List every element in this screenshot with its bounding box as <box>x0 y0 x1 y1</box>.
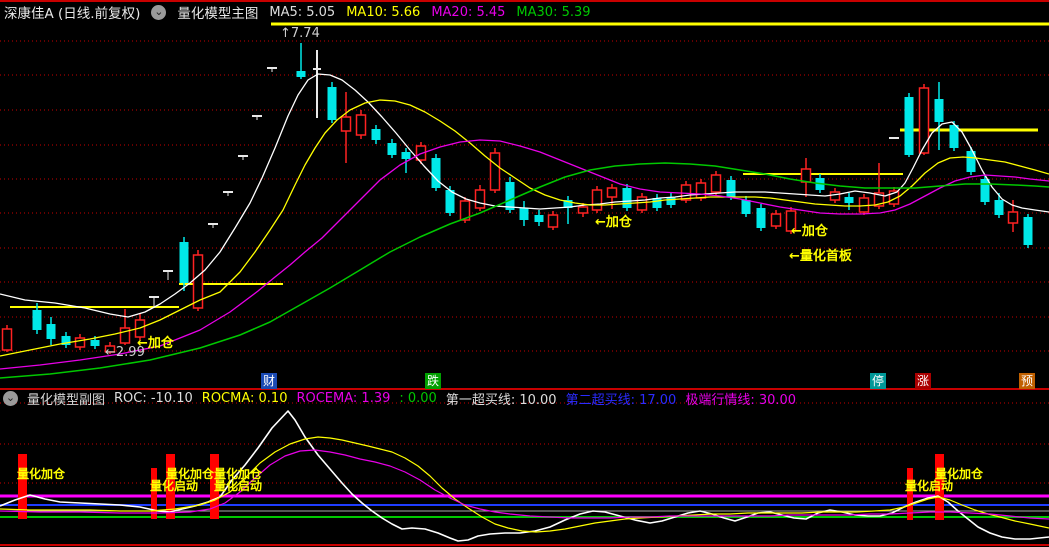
ma5-value: MA5: 5.05 <box>269 4 336 20</box>
signal-bar <box>907 468 913 520</box>
chevron-down-icon[interactable]: ⌄ <box>3 390 18 406</box>
event-tag[interactable]: 停 <box>870 373 886 389</box>
sub-panel-label: 量化模型副图 <box>27 392 106 408</box>
rocma-value: ROCMA: 0.10 <box>201 390 288 406</box>
top-border-line <box>0 0 1049 2</box>
chart-annotation: ←加仓 <box>595 215 632 230</box>
event-tag[interactable]: 涨 <box>915 373 931 389</box>
chart-annotation: ←加仓 <box>137 336 174 351</box>
event-tag[interactable]: 跌 <box>425 373 441 389</box>
signal-label: 量化启动 <box>214 479 263 493</box>
event-tag[interactable]: 财 <box>261 373 277 389</box>
ma30-value: MA30: 5.39 <box>516 4 591 20</box>
chart-annotation: ←加仓 <box>791 224 828 239</box>
main-panel-label: 量化模型主图 <box>177 6 259 22</box>
chart-annotation: ←量化首板 <box>789 249 852 264</box>
rocema-value: ROCEMA: 1.39 <box>296 390 391 406</box>
overbought2-value: 第二超买线: 17.00 <box>565 392 677 408</box>
zero-value: : 0.00 <box>399 390 437 406</box>
signal-label: 量化启动 <box>905 479 954 493</box>
extreme-line-value: 极端行情线: 30.00 <box>685 392 797 408</box>
symbol-title[interactable]: 深康佳A (日线.前复权) <box>4 2 140 22</box>
chart-annotation: ↑7.74 <box>280 26 320 41</box>
chevron-down-icon[interactable]: ⌄ <box>151 4 167 20</box>
main-chart-header: 深康佳A (日线.前复权) ⌄ 量化模型主图 MA5: 5.05 MA10: 5… <box>4 2 591 22</box>
event-tag[interactable]: 预 <box>1019 373 1035 389</box>
ma10-value: MA10: 5.66 <box>346 4 421 20</box>
trading-app-window: 深康佳A (日线.前复权) ⌄ 量化模型主图 MA5: 5.05 MA10: 5… <box>0 0 1049 547</box>
sub-chart <box>0 402 1049 542</box>
candlestick-chart-svg[interactable] <box>0 0 1049 547</box>
series-ROC <box>0 410 1049 542</box>
roc-value: ROC: -10.10 <box>114 390 193 406</box>
chart-canvas[interactable] <box>0 0 1049 547</box>
signal-label: 量化启动 <box>150 479 199 493</box>
signal-label: 量化加仓 <box>17 467 66 481</box>
sub-chart-header: ⌄ 量化模型副图 ROC: -10.10 ROCMA: 0.10 ROCEMA:… <box>3 390 797 408</box>
bottom-border-line <box>0 544 1049 546</box>
ma20-value: MA20: 5.45 <box>431 4 506 20</box>
overbought1-value: 第一超买线: 10.00 <box>445 392 557 408</box>
main-chart <box>0 22 1049 379</box>
